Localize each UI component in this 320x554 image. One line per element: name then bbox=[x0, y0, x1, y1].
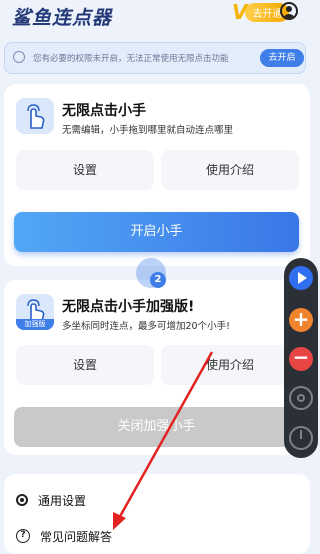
faq-item[interactable]: ? 常见问题解答 bbox=[16, 526, 112, 546]
pro-feature-description: 多坐标同时连点，最多可增加20个小手! bbox=[62, 321, 230, 332]
enable-permission-button[interactable]: 去开启 bbox=[260, 49, 304, 67]
tap-hand-pro-icon: 加强版 bbox=[16, 294, 54, 330]
floating-toolbar: + − bbox=[284, 258, 318, 458]
basic-feature-title: 无限点击小手 bbox=[62, 103, 146, 119]
remove-cursor-button[interactable]: − bbox=[289, 347, 313, 371]
start-hand-button[interactable]: 开启小手 bbox=[14, 212, 299, 252]
general-settings-item[interactable]: 通用设置 bbox=[16, 490, 86, 510]
floating-tap-cursor[interactable]: 2 bbox=[136, 258, 170, 292]
tap-hand-icon bbox=[16, 98, 54, 134]
basic-feature-description: 无需编辑，小手拖到哪里就自动连点哪里 bbox=[62, 125, 234, 136]
top-bar: 鲨鱼连点器 V 去开通 bbox=[0, 0, 314, 34]
app-title: 鲨鱼连点器 bbox=[12, 7, 113, 29]
play-icon[interactable] bbox=[289, 266, 313, 290]
notice-text: 您有必要的权限未开启，无法正常使用无限点击功能 bbox=[33, 54, 229, 64]
general-settings-label: 通用设置 bbox=[38, 493, 87, 508]
faq-label: 常见问题解答 bbox=[40, 529, 113, 544]
user-icon[interactable] bbox=[280, 2, 298, 20]
basic-intro-button[interactable]: 使用介绍 bbox=[161, 150, 299, 190]
question-icon: ? bbox=[16, 529, 30, 543]
gear-icon bbox=[16, 494, 28, 506]
close-pro-hand-button[interactable]: 关闭加强小手 bbox=[14, 407, 299, 447]
permission-notice: 您有必要的权限未开启，无法正常使用无限点击功能 去开启 bbox=[4, 42, 306, 74]
lightbulb-icon bbox=[13, 51, 25, 63]
pro-settings-button[interactable]: 设置 bbox=[16, 345, 154, 385]
settings-card: 通用设置 ? 常见问题解答 bbox=[4, 474, 310, 554]
cursor-number: 2 bbox=[150, 272, 166, 288]
pro-feature-card: 加强版 无限点击小手加强版! 多坐标同时连点，最多可增加20个小手! 设置 使用… bbox=[4, 280, 310, 455]
add-cursor-button[interactable]: + bbox=[289, 308, 313, 332]
basic-settings-button[interactable]: 设置 bbox=[16, 150, 154, 190]
basic-feature-card: 无限点击小手 无需编辑，小手拖到哪里就自动连点哪里 设置 使用介绍 开启小手 bbox=[4, 84, 310, 266]
pro-feature-title: 无限点击小手加强版! bbox=[62, 299, 195, 315]
power-icon[interactable] bbox=[289, 426, 313, 450]
pro-intro-button[interactable]: 使用介绍 bbox=[161, 345, 299, 385]
gear-icon[interactable] bbox=[289, 386, 313, 410]
pro-tag: 加强版 bbox=[16, 319, 54, 330]
